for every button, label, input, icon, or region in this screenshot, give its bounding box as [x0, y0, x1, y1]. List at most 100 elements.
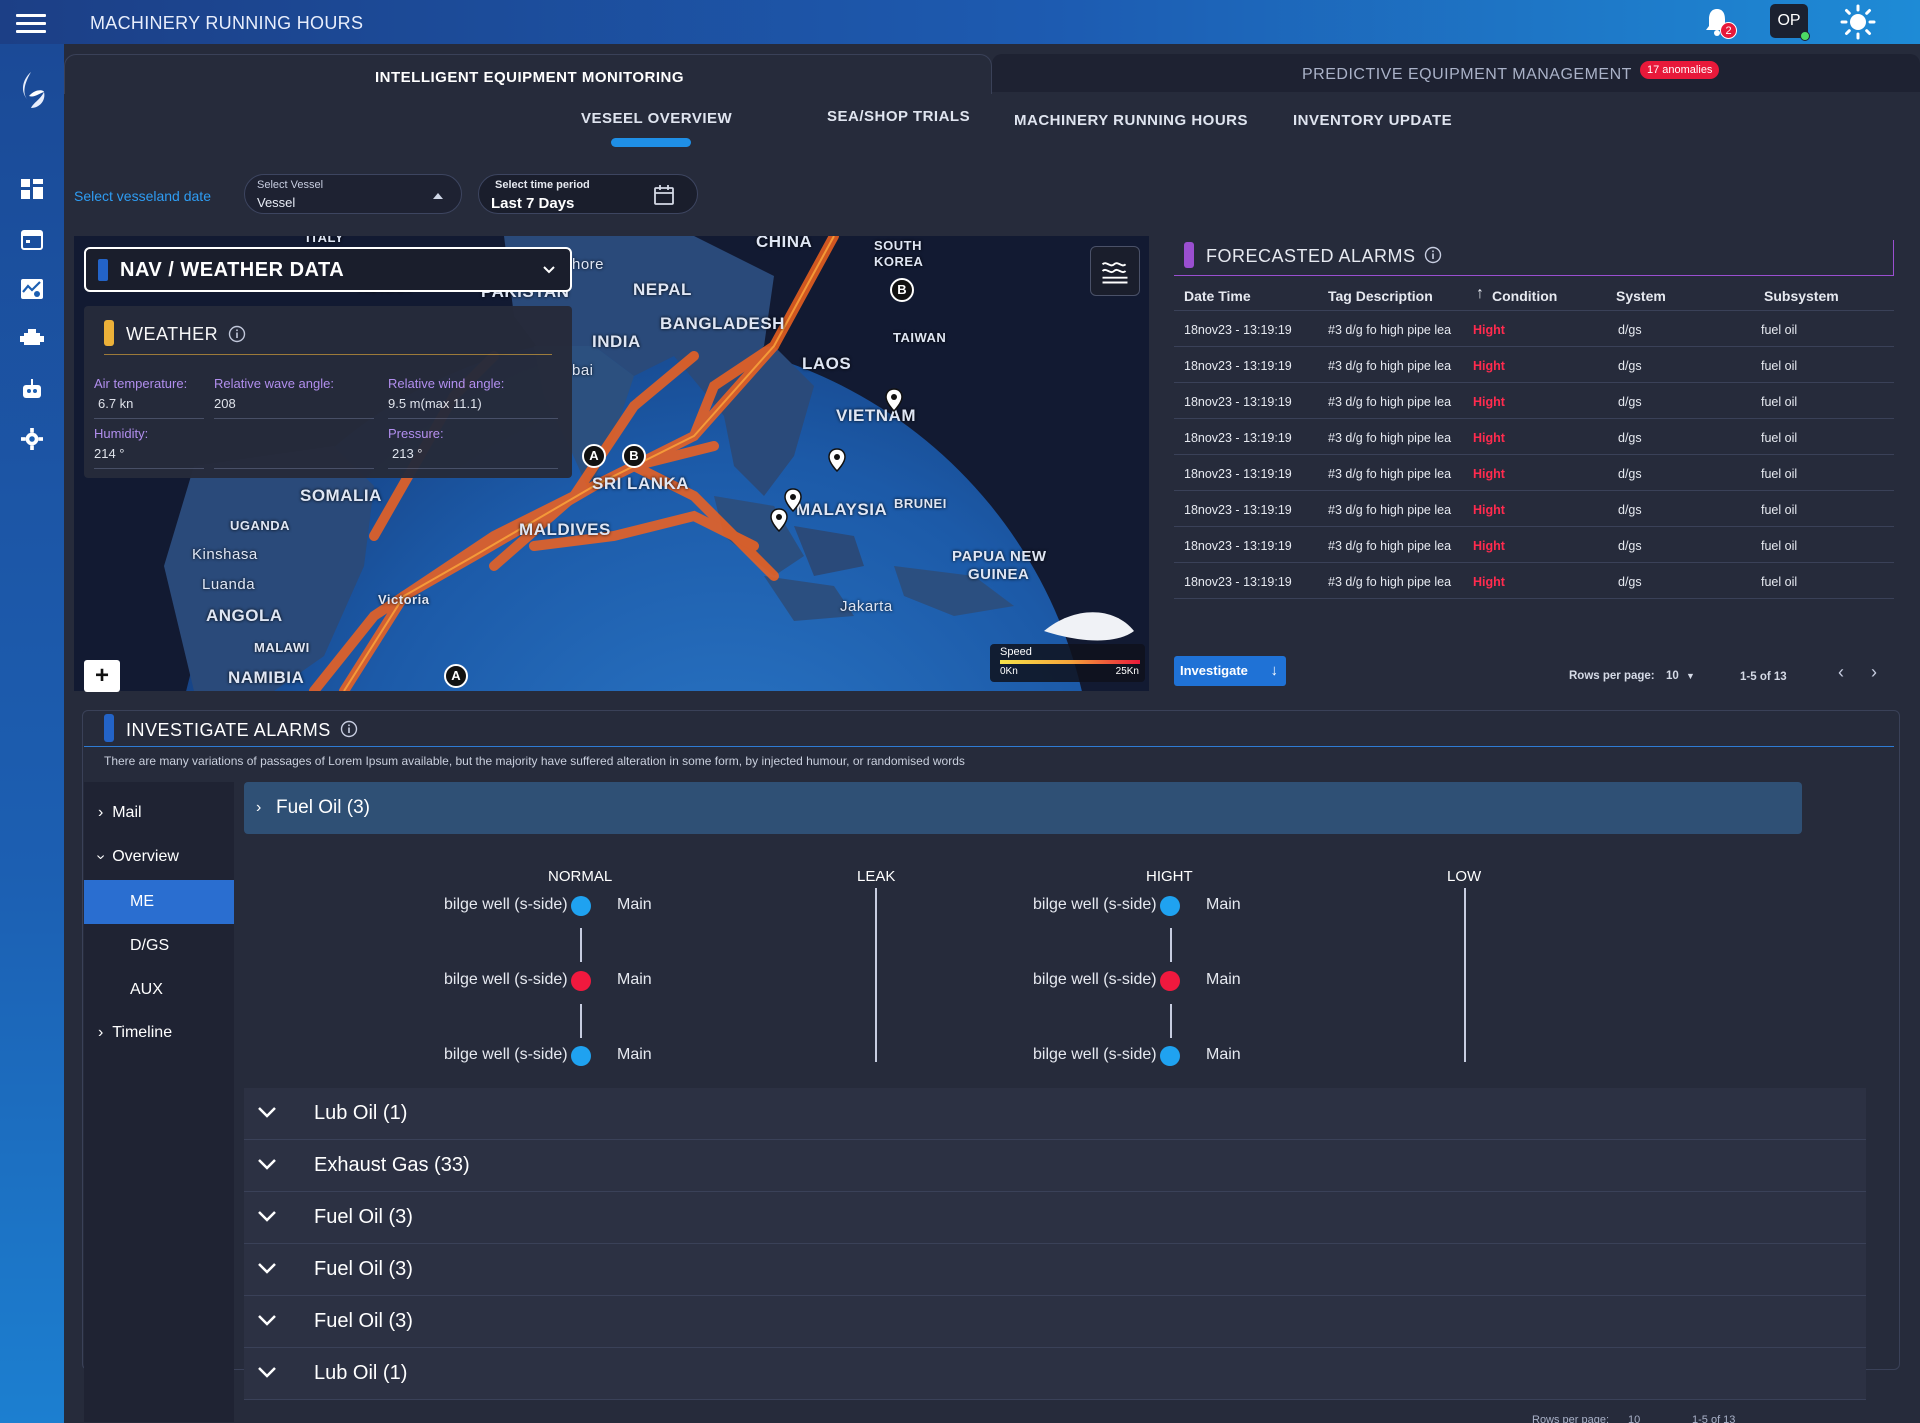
column-header-date-time[interactable]: Date Time: [1184, 288, 1251, 304]
table-row[interactable]: 18nov23 - 13:19:19 #3 d/g fo high pipe le…: [1174, 383, 1894, 419]
alarm-group-row[interactable]: Fuel Oil (3): [244, 1296, 1866, 1348]
cell-subsystem: fuel oil: [1761, 539, 1798, 553]
hamburger-menu-icon[interactable]: [16, 14, 46, 34]
cell-system: d/gs: [1618, 323, 1642, 337]
relative-wave-angle-label: Relative wave angle:: [214, 376, 334, 391]
subtab-vessel-overview[interactable]: VESEEL OVERVIEW: [581, 110, 732, 127]
engine-icon[interactable]: [20, 328, 44, 350]
location-pin-icon[interactable]: [885, 388, 903, 412]
tab-predictive-equipment-management[interactable]: PREDICTIVE EQUIPMENT MANAGEMENT: [992, 54, 1920, 92]
field-underline: [388, 468, 558, 469]
status-dot-red[interactable]: [571, 971, 591, 991]
tree-subitem-me[interactable]: ME: [84, 880, 234, 924]
info-icon[interactable]: [340, 720, 358, 738]
time-period-select[interactable]: Select time period Last 7 Days: [478, 174, 698, 214]
map-label-south-korea-2: KOREA: [874, 254, 924, 269]
cell-subsystem: fuel oil: [1761, 395, 1798, 409]
next-page-icon[interactable]: ›: [1871, 662, 1877, 683]
wave-layer-toggle-icon[interactable]: [1090, 246, 1140, 296]
status-dot-blue[interactable]: [1160, 896, 1180, 916]
subtab-sea-shop-trials[interactable]: SEA/SHOP TRIALS: [827, 108, 970, 125]
zoom-in-button[interactable]: +: [84, 660, 120, 692]
waypoint-marker[interactable]: B: [622, 444, 646, 468]
table-row[interactable]: 18nov23 - 13:19:19 #3 d/g fo high pipe le…: [1174, 527, 1894, 563]
tree-item-timeline[interactable]: › Timeline: [98, 1024, 172, 1042]
subtab-machinery-running-hours[interactable]: MACHINERY RUNNING HOURS: [1014, 112, 1248, 129]
info-icon[interactable]: [1424, 246, 1442, 264]
map-label-uganda: UGANDA: [230, 518, 291, 533]
cell-subsystem: fuel oil: [1761, 467, 1798, 481]
node-tag: Main: [1206, 971, 1241, 988]
info-icon[interactable]: [228, 325, 246, 343]
table-row[interactable]: 18nov23 - 13:19:19 #3 d/g fo high pipe le…: [1174, 563, 1894, 599]
nav-weather-dropdown[interactable]: NAV / WEATHER DATA: [84, 247, 572, 292]
humidity-label: Humidity:: [94, 426, 149, 441]
chevron-down-icon: [258, 1263, 276, 1274]
vessel-select[interactable]: Select Vessel Vessel: [244, 174, 462, 214]
top-bar: MACHINERY RUNNING HOURS: [0, 0, 1920, 44]
tree-subitem-aux[interactable]: AUX: [84, 968, 234, 1012]
cell-condition: Hight: [1473, 467, 1505, 481]
cell-date-time: 18nov23 - 13:19:19: [1184, 431, 1292, 445]
table-row[interactable]: 18nov23 - 13:19:19 #3 d/g fo high pipe le…: [1174, 455, 1894, 491]
subtab-inventory-update[interactable]: INVENTORY UPDATE: [1293, 112, 1452, 129]
tab-intelligent-equipment-monitoring[interactable]: INTELLIGENT EQUIPMENT MONITORING: [64, 54, 992, 94]
status-dot-blue[interactable]: [571, 896, 591, 916]
arrow-down-icon: ↓: [1270, 662, 1279, 679]
column-header-system[interactable]: System: [1616, 288, 1666, 304]
speed-legend-min: 0Kn: [1000, 666, 1018, 677]
expanded-group-header[interactable]: › Fuel Oil (3): [244, 782, 1802, 834]
map-label-maldives: MALDIVES: [519, 520, 611, 539]
column-header-condition[interactable]: Condition: [1492, 288, 1557, 304]
chevron-down-icon: [258, 1159, 276, 1170]
table-row[interactable]: 18nov23 - 13:19:19 #3 d/g fo high pipe le…: [1174, 347, 1894, 383]
column-header-subsystem[interactable]: Subsystem: [1764, 288, 1839, 304]
map-label-angola: ANGOLA: [206, 606, 283, 625]
cell-condition: Hight: [1473, 539, 1505, 553]
bottom-rows-per-page-label: Rows per page:: [1532, 1414, 1610, 1423]
tree-item-overview[interactable]: › Overview: [93, 848, 179, 866]
alarm-group-row[interactable]: Lub Oil (1): [244, 1348, 1866, 1400]
alarm-group-row[interactable]: Lub Oil (1): [244, 1088, 1866, 1140]
bottom-rows-per-page-value[interactable]: 10: [1628, 1414, 1640, 1423]
calendar-icon[interactable]: [653, 184, 675, 206]
investigate-button[interactable]: Investigate ↓: [1174, 656, 1286, 686]
map-label-victoria: Victoria: [378, 592, 430, 607]
expanded-group-label: Fuel Oil (3): [276, 797, 370, 818]
table-row[interactable]: 18nov23 - 13:19:19 #3 d/g fo high pipe le…: [1174, 311, 1894, 347]
alarm-group-row[interactable]: Fuel Oil (3): [244, 1192, 1866, 1244]
sort-arrow-up-icon[interactable]: ↑: [1476, 285, 1484, 303]
alarm-group-row[interactable]: Fuel Oil (3): [244, 1244, 1866, 1296]
analytics-icon[interactable]: [20, 278, 44, 300]
settings-gear-icon[interactable]: [20, 428, 44, 450]
alarm-group-row[interactable]: Exhaust Gas (33): [244, 1140, 1866, 1192]
brand-logo-icon[interactable]: [14, 70, 48, 110]
waypoint-marker[interactable]: A: [582, 444, 606, 468]
investigate-alarms-description: There are many variations of passages of…: [104, 754, 965, 768]
tab-label: PREDICTIVE EQUIPMENT MANAGEMENT: [1302, 66, 1632, 83]
cell-system: d/gs: [1618, 359, 1642, 373]
table-row[interactable]: 18nov23 - 13:19:19 #3 d/g fo high pipe le…: [1174, 419, 1894, 455]
robot-icon[interactable]: [20, 378, 44, 400]
waypoint-marker[interactable]: A: [444, 664, 468, 688]
tree-subitem-dgs[interactable]: D/GS: [84, 924, 234, 968]
tree-item-mail[interactable]: › Mail: [98, 804, 142, 822]
table-row[interactable]: 18nov23 - 13:19:19 #3 d/g fo high pipe le…: [1174, 491, 1894, 527]
alarm-group-label: Lub Oil (1): [314, 1362, 408, 1384]
previous-page-icon[interactable]: ‹: [1838, 662, 1844, 683]
caret-down-icon[interactable]: ▼: [1686, 671, 1695, 681]
chevron-down-icon: [258, 1211, 276, 1222]
rows-per-page-value[interactable]: 10: [1666, 670, 1679, 682]
location-pin-icon[interactable]: [828, 448, 846, 472]
theme-toggle-sun-icon[interactable]: [1840, 4, 1876, 40]
location-pin-icon[interactable]: [770, 508, 788, 532]
status-dot-blue[interactable]: [1160, 1046, 1180, 1066]
dashboard-icon[interactable]: [20, 178, 44, 200]
calendar-icon[interactable]: [20, 228, 44, 250]
status-dot-blue[interactable]: [571, 1046, 591, 1066]
waypoint-marker[interactable]: B: [890, 278, 914, 302]
cell-date-time: 18nov23 - 13:19:19: [1184, 359, 1292, 373]
cell-date-time: 18nov23 - 13:19:19: [1184, 395, 1292, 409]
column-header-tag-description[interactable]: Tag Description: [1328, 288, 1433, 304]
status-dot-red[interactable]: [1160, 971, 1180, 991]
